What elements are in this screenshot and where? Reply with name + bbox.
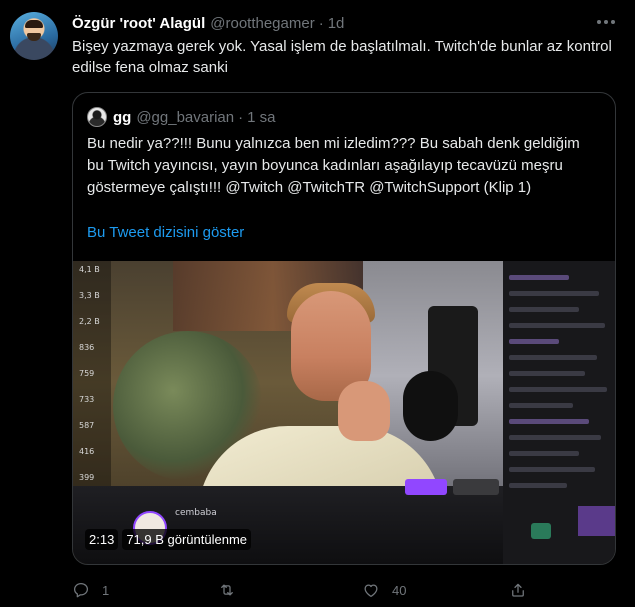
action-bar: 1 40 (72, 578, 617, 602)
quoted-tweet-text: Bu nedir ya??!!! Bunu yalnızca ben mi iz… (87, 135, 580, 196)
show-thread-link[interactable]: Bu Tweet dizisini göster (87, 224, 244, 241)
video-info-badge: 2:13 71,9 B görüntülenme (85, 529, 252, 550)
ruler-tick: 3,3 B (79, 291, 100, 300)
ruler-tick: 4,1 B (79, 265, 100, 274)
video-duration: 2:13 (85, 529, 119, 550)
video-chat-banner (578, 506, 615, 536)
quoted-tweet[interactable]: gg @gg_bavarian · 1 sa Bu nedir ya??!!! … (72, 92, 616, 565)
share-button[interactable] (509, 578, 527, 602)
like-button[interactable]: 40 (362, 578, 406, 602)
share-icon (512, 583, 524, 597)
video-player[interactable]: 4,1 B 3,3 B 2,2 B 836 759 733 587 416 39… (73, 261, 615, 564)
tweet-text: Bişey yazmaya gerek yok. Yasal işlem de … (72, 38, 612, 76)
reply-count: 1 (102, 582, 110, 598)
display-name[interactable]: Özgür 'root' Alagül (72, 15, 205, 32)
ruler-tick: 759 (79, 369, 95, 378)
quoted-separator-dot: · (238, 108, 244, 126)
reply-button[interactable]: 1 (72, 578, 109, 602)
avatar-beard (27, 33, 41, 41)
retweet-button[interactable] (218, 578, 248, 602)
more-icon[interactable] (594, 10, 618, 34)
tweet-header: Özgür 'root' Alagül @rootthegamer · 1d (72, 13, 344, 33)
video-views: 71,9 B görüntülenme (122, 529, 252, 550)
ruler-tick: 2,2 B (79, 317, 100, 326)
quoted-tweet-header: gg @gg_bavarian · 1 sa (87, 107, 275, 127)
ruler-tick: 587 (79, 421, 95, 430)
handle[interactable]: @rootthegamer (210, 15, 314, 32)
video-microphone (403, 371, 458, 441)
tweet[interactable]: Özgür 'root' Alagül @rootthegamer · 1d B… (0, 0, 635, 607)
video-chat-button (531, 523, 551, 539)
retweet-icon (221, 584, 233, 596)
video-follow-button (405, 479, 447, 495)
video-streamer-name: cembaba (175, 508, 217, 518)
quoted-timestamp: 1 sa (247, 108, 276, 126)
avatar-hair (25, 20, 43, 28)
timestamp[interactable]: 1d (328, 15, 345, 32)
ruler-tick: 836 (79, 343, 95, 352)
reply-icon (73, 582, 89, 598)
video-hand (338, 381, 390, 441)
like-icon (364, 584, 378, 598)
ruler-tick: 399 (79, 473, 95, 482)
avatar[interactable] (10, 12, 58, 60)
video-subscribe-button (453, 479, 499, 495)
like-count: 40 (392, 582, 407, 598)
quoted-avatar (87, 107, 107, 127)
quoted-handle: @gg_bavarian (136, 108, 235, 126)
ruler-tick: 733 (79, 395, 95, 404)
separator-dot: · (318, 14, 324, 32)
quoted-display-name: gg (113, 108, 132, 126)
ruler-tick: 416 (79, 447, 95, 456)
